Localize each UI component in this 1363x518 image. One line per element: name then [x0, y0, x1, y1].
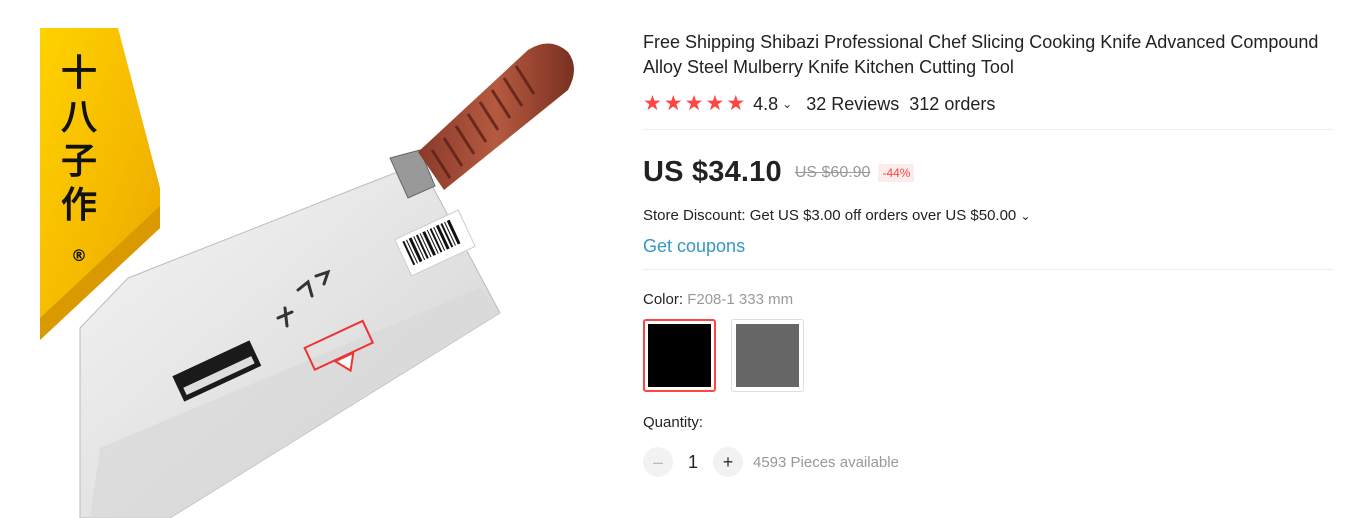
brand-logo-text: 十 八 子 作®: [54, 52, 104, 278]
swatch-fill: [736, 324, 799, 387]
star-rating: ★ ★ ★ ★ ★: [643, 92, 746, 115]
star-icon: ★: [643, 92, 662, 115]
store-discount-text: Store Discount: Get US $3.00 off orders …: [643, 207, 1017, 224]
price-row: US $34.10 US $60.90 -44%: [643, 156, 1333, 189]
product-title: Free Shipping Shibazi Professional Chef …: [643, 32, 1319, 77]
color-swatch-gray[interactable]: [731, 319, 804, 392]
rating-value[interactable]: 4.8: [753, 94, 778, 115]
rating-row: ★ ★ ★ ★ ★ 4.8 ⌄ 32 Reviews 312 orders: [643, 92, 1333, 116]
logo-char: 子: [60, 141, 97, 182]
get-coupons-link[interactable]: Get coupons: [643, 236, 1333, 257]
star-icon: ★: [726, 92, 746, 115]
quantity-value[interactable]: 1: [673, 452, 713, 473]
increase-button[interactable]: +: [713, 447, 743, 477]
chevron-down-icon[interactable]: ⌄: [1020, 209, 1030, 223]
quantity-label: Quantity:: [643, 414, 704, 431]
divider: [643, 269, 1333, 270]
chevron-down-icon[interactable]: ⌄: [782, 97, 792, 111]
color-swatch-black[interactable]: [643, 319, 716, 392]
color-swatches: [643, 319, 1333, 392]
product-image[interactable]: 十 八 子 作®: [40, 28, 600, 518]
star-icon: ★: [684, 92, 704, 115]
logo-char: 八: [60, 97, 97, 138]
divider: [643, 129, 1333, 130]
knife-handle: [418, 43, 574, 190]
star-icon: ★: [705, 92, 725, 115]
product-info: Free Shipping Shibazi Professional Chef …: [643, 30, 1333, 477]
decrease-button[interactable]: –: [643, 447, 673, 477]
logo-char: 十: [60, 53, 97, 94]
current-price: US $34.10: [643, 156, 782, 188]
pieces-available: 4593 Pieces available: [753, 453, 899, 471]
swatch-fill: [648, 324, 711, 387]
logo-char: 作®: [60, 185, 97, 265]
color-label: Color: F208-1 333 mm: [643, 291, 1333, 308]
color-value: F208-1 333 mm: [687, 291, 794, 308]
knife-illustration: [40, 28, 574, 518]
color-label-text: Color:: [643, 291, 688, 308]
store-discount[interactable]: Store Discount: Get US $3.00 off orders …: [643, 207, 1333, 224]
discount-badge: -44%: [878, 163, 915, 182]
star-icon: ★: [663, 92, 683, 115]
original-price: US $60.90: [794, 163, 871, 181]
reviews-link[interactable]: 32 Reviews: [806, 94, 899, 115]
quantity-stepper: – 1 + 4593 Pieces available: [643, 447, 1333, 477]
orders-count: 312 orders: [909, 93, 996, 114]
